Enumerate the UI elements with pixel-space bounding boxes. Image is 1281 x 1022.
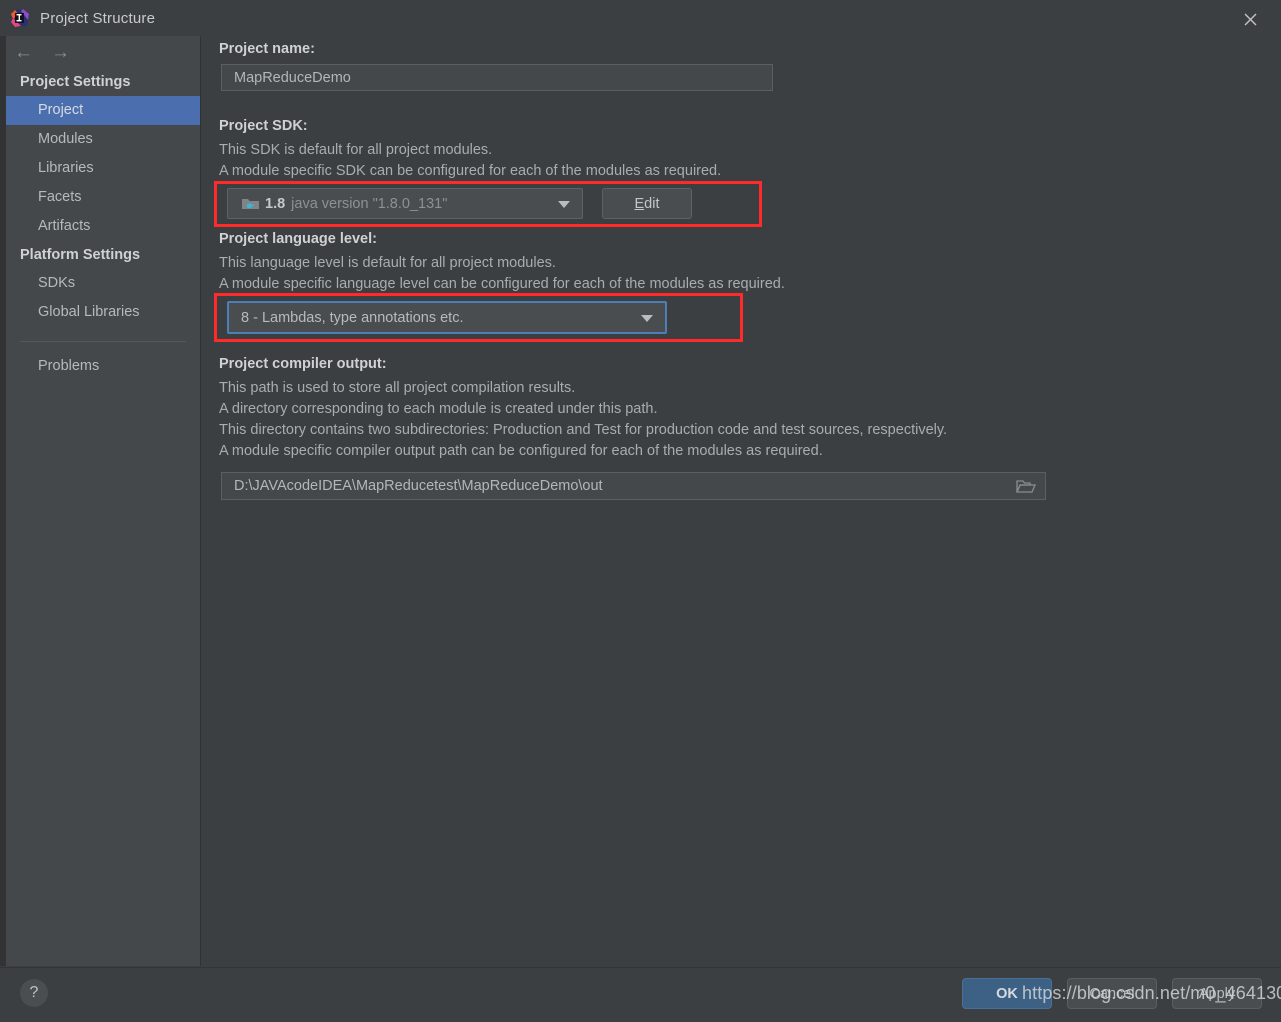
window-title: Project Structure <box>40 9 156 27</box>
language-level-combobox[interactable]: 8 - Lambdas, type annotations etc. <box>227 301 667 334</box>
navigation-arrows: ← → <box>6 36 200 68</box>
project-sdk-combobox[interactable]: 1.8 java version "1.8.0_131" <box>227 188 583 219</box>
compiler-output-desc-3: This directory contains two subdirectori… <box>219 422 948 438</box>
question-mark-icon: ? <box>29 984 39 1001</box>
project-settings-panel: Project name: MapReduceDemo Project SDK:… <box>201 36 1281 966</box>
cancel-button[interactable]: Cancel <box>1067 978 1157 1009</box>
language-level-label: Project language level: <box>219 231 377 247</box>
apply-button[interactable]: Apply <box>1172 978 1262 1009</box>
sidebar-item-artifacts[interactable]: Artifacts <box>6 212 200 241</box>
project-sdk-value-name: 1.8 <box>265 195 286 212</box>
close-icon[interactable] <box>1237 6 1263 32</box>
compiler-output-path-input[interactable]: D:\JAVAcodeIDEA\MapReducetest\MapReduceD… <box>221 472 1046 500</box>
project-sdk-desc-2: A module specific SDK can be configured … <box>219 163 722 179</box>
compiler-output-path-value: D:\JAVAcodeIDEA\MapReducetest\MapReduceD… <box>234 478 603 494</box>
compiler-output-desc-4: A module specific compiler output path c… <box>219 443 823 459</box>
title-bar: Project Structure <box>0 0 1281 36</box>
chevron-down-icon <box>558 200 570 208</box>
java-sdk-folder-icon <box>242 197 259 211</box>
arrow-right-icon[interactable]: → <box>51 43 70 62</box>
sidebar-divider-line <box>20 341 186 342</box>
sidebar-item-problems[interactable]: Problems <box>6 352 200 381</box>
project-name-label: Project name: <box>219 41 315 57</box>
help-button[interactable]: ? <box>20 979 48 1007</box>
project-sdk-desc-1: This SDK is default for all project modu… <box>219 142 493 158</box>
intellij-idea-logo-icon <box>10 8 30 28</box>
language-level-value: 8 - Lambdas, type annotations etc. <box>241 309 464 326</box>
project-structure-dialog: Project Structure ← → Project Settings P… <box>0 0 1281 1022</box>
edit-button-label-rest: dit <box>644 195 660 212</box>
language-level-desc-2: A module specific language level can be … <box>219 276 785 292</box>
sidebar-group-project-settings: Project Settings <box>20 74 131 90</box>
project-sdk-value-detail: java version "1.8.0_131" <box>291 195 448 212</box>
project-sdk-label: Project SDK: <box>219 118 308 134</box>
sidebar-item-sdks[interactable]: SDKs <box>6 269 200 298</box>
edit-sdk-button[interactable]: Edit <box>602 188 692 219</box>
sidebar-item-project[interactable]: Project <box>6 96 200 125</box>
chevron-down-icon <box>641 314 653 322</box>
arrow-left-icon[interactable]: ← <box>14 43 33 62</box>
folder-open-icon[interactable] <box>1016 477 1036 495</box>
compiler-output-label: Project compiler output: <box>219 356 387 372</box>
edit-button-mnemonic: E <box>634 195 645 212</box>
sidebar-item-global-libraries[interactable]: Global Libraries <box>6 298 200 327</box>
ok-button[interactable]: OK <box>962 978 1052 1009</box>
compiler-output-desc-1: This path is used to store all project c… <box>219 380 576 396</box>
language-level-desc-1: This language level is default for all p… <box>219 255 556 271</box>
compiler-output-desc-2: A directory corresponding to each module… <box>219 401 658 417</box>
project-name-input[interactable]: MapReduceDemo <box>221 64 773 91</box>
settings-sidebar: ← → Project Settings Project Modules Lib… <box>6 36 200 966</box>
sidebar-item-libraries[interactable]: Libraries <box>6 154 200 183</box>
sidebar-group-platform-settings: Platform Settings <box>20 247 141 263</box>
sidebar-item-facets[interactable]: Facets <box>6 183 200 212</box>
sidebar-item-modules[interactable]: Modules <box>6 125 200 154</box>
